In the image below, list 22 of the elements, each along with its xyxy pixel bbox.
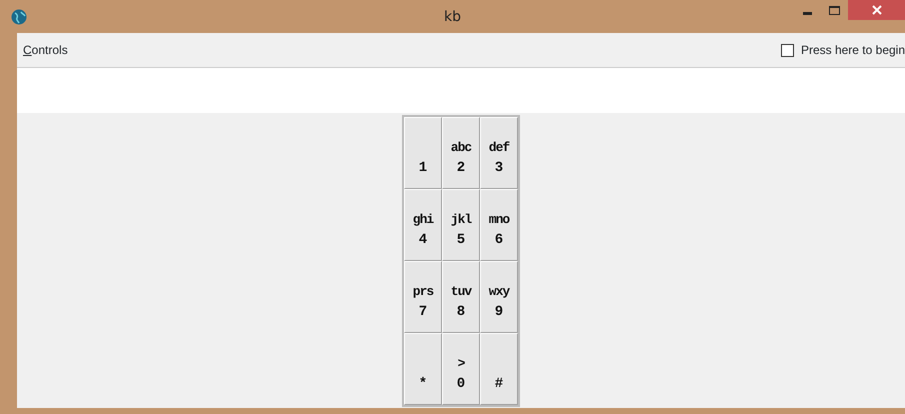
text-field[interactable] <box>17 68 905 113</box>
keypad-key[interactable]: 1 <box>404 117 442 189</box>
keypad-key[interactable]: * <box>404 333 442 405</box>
window-title: kb <box>444 8 461 27</box>
keypad-key[interactable]: def 3 <box>480 117 518 189</box>
keypad-key[interactable]: # <box>480 333 518 405</box>
menu-item[interactable]: Controls <box>23 41 68 59</box>
close-icon <box>872 5 882 15</box>
maximize-icon <box>829 6 840 14</box>
globe-icon <box>11 8 27 24</box>
keypad-key[interactable]: > 0 <box>442 333 480 405</box>
keypad-key[interactable]: wxy 9 <box>480 261 518 333</box>
keypad-key[interactable]: abc 2 <box>442 117 480 189</box>
checkbox[interactable] <box>780 44 794 56</box>
keypad-key[interactable]: mno 6 <box>480 189 518 261</box>
keypad-key[interactable]: prs 7 <box>404 261 442 333</box>
keypad-key[interactable]: ghi 4 <box>404 189 442 261</box>
checkbox-label[interactable]: Press here to begin <box>800 41 905 59</box>
keypad-key[interactable]: tuv 8 <box>442 261 480 333</box>
keypad-key[interactable]: jkl 5 <box>442 189 480 261</box>
close-button[interactable] <box>848 0 905 20</box>
minimize-icon <box>803 12 812 14</box>
